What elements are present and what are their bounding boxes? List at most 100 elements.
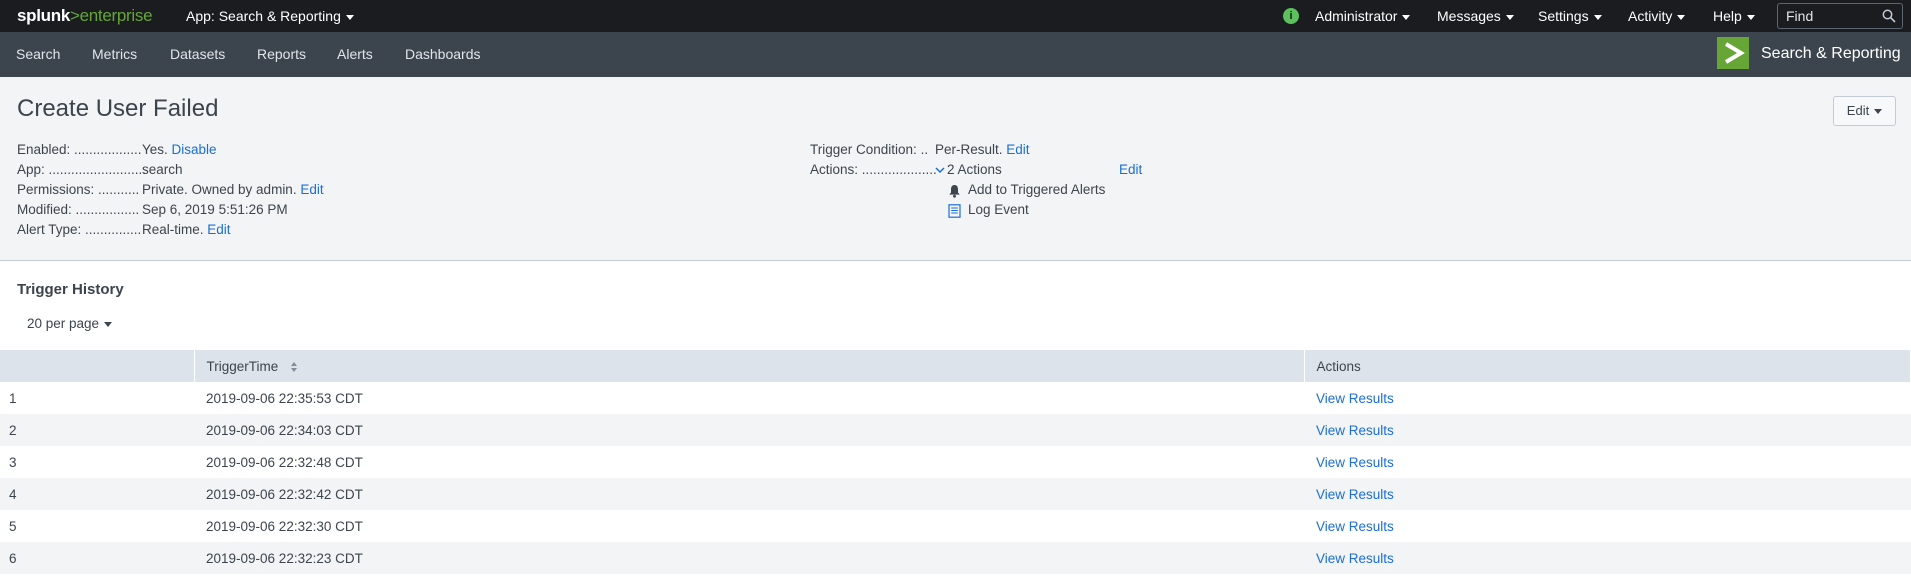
settings-menu-label: Settings <box>1538 8 1589 24</box>
action-add-to-triggered-alerts: Add to Triggered Alerts <box>968 182 1106 197</box>
column-header-index <box>0 350 195 382</box>
app-label: App: <box>17 162 45 177</box>
chevron-down-icon <box>1874 109 1883 115</box>
row-index: 2 <box>0 414 194 446</box>
messages-menu[interactable]: Messages <box>1437 8 1514 24</box>
nav-metrics[interactable]: Metrics <box>92 46 137 62</box>
find-input[interactable] <box>1786 8 1876 24</box>
row-trigger-time: 2019-09-06 22:32:48 CDT <box>194 446 1304 478</box>
nav-search[interactable]: Search <box>16 46 60 62</box>
disable-link[interactable]: Disable <box>172 142 217 157</box>
dot-leader: .................... <box>858 162 937 177</box>
chevron-down-icon <box>1402 14 1411 20</box>
enabled-label: Enabled: <box>17 142 71 157</box>
app-menu[interactable]: App: Search & Reporting <box>186 8 354 24</box>
row-index: 6 <box>0 542 194 574</box>
per-page-select[interactable]: 20 per page <box>27 316 113 331</box>
nav-dashboards[interactable]: Dashboards <box>405 46 481 62</box>
settings-menu[interactable]: Settings <box>1538 8 1602 24</box>
help-menu[interactable]: Help <box>1713 8 1755 24</box>
splunk-logo[interactable]: splunk>enterprise <box>17 6 153 26</box>
view-results-link[interactable]: View Results <box>1316 455 1394 470</box>
table-row: 2 2019-09-06 22:34:03 CDT View Results <box>0 414 1911 446</box>
info-icon[interactable]: i <box>1283 8 1299 24</box>
meta-alert-type: Alert Type: ............... Real-time. E… <box>17 222 231 237</box>
row-index: 5 <box>0 510 194 542</box>
nav-reports[interactable]: Reports <box>257 46 306 62</box>
edit-button[interactable]: Edit <box>1833 96 1896 126</box>
meta-trigger-condition: Trigger Condition: .. Per-Result. Edit <box>810 142 1030 157</box>
table-row: 5 2019-09-06 22:32:30 CDT View Results <box>0 510 1911 542</box>
actions-toggle[interactable]: 2 Actions <box>935 162 1002 177</box>
view-results-link[interactable]: View Results <box>1316 519 1394 534</box>
enabled-value: Yes. <box>142 142 168 157</box>
view-results-link[interactable]: View Results <box>1316 487 1394 502</box>
meta-permissions: Permissions: ........... Private. Owned … <box>17 182 324 197</box>
chevron-down-icon <box>1677 14 1686 20</box>
view-results-link[interactable]: View Results <box>1316 391 1394 406</box>
view-results-link[interactable]: View Results <box>1316 551 1394 566</box>
modified-label: Modified: <box>17 202 72 217</box>
chevron-down-icon <box>1593 14 1602 20</box>
meta-modified: Modified: ................. Sep 6, 2019 … <box>17 202 288 217</box>
row-trigger-time: 2019-09-06 22:35:53 CDT <box>194 382 1304 414</box>
sort-icon[interactable] <box>290 361 298 373</box>
bell-icon <box>949 185 960 198</box>
top-navigation-bar: splunk>enterprise App: Search & Reportin… <box>0 0 1911 32</box>
table-header-row: TriggerTime Actions <box>0 350 1911 382</box>
chevron-right-icon <box>1724 42 1745 64</box>
column-header-actions: Actions <box>1304 350 1911 382</box>
dot-leader: ........... <box>94 182 140 197</box>
alert-type-value-wrap: Real-time. Edit <box>142 222 231 237</box>
app-value: search <box>142 162 183 177</box>
chevron-down-icon <box>935 167 945 174</box>
table-row: 1 2019-09-06 22:35:53 CDT View Results <box>0 382 1911 414</box>
permissions-value: Private. Owned by admin. <box>142 182 297 197</box>
row-trigger-time: 2019-09-06 22:32:30 CDT <box>194 510 1304 542</box>
find-box <box>1777 3 1903 29</box>
permissions-value-wrap: Private. Owned by admin. Edit <box>142 182 324 197</box>
chevron-down-icon <box>104 321 113 327</box>
row-index: 4 <box>0 478 194 510</box>
page-title: Create User Failed <box>17 95 219 122</box>
app-logo[interactable] <box>1717 37 1749 69</box>
column-header-trigger-time[interactable]: TriggerTime <box>194 350 1305 382</box>
chevron-down-icon <box>345 14 354 20</box>
trigger-time-label: TriggerTime <box>206 358 279 374</box>
actions-edit-link[interactable]: Edit <box>1119 162 1142 177</box>
logo-text-enterprise: >enterprise <box>70 6 153 25</box>
meta-actions: Actions: .................... 2 Actions … <box>810 162 1142 177</box>
search-icon[interactable] <box>1882 9 1896 23</box>
dot-leader: .......................... <box>44 162 147 177</box>
row-index: 3 <box>0 446 194 478</box>
permissions-label: Permissions: <box>17 182 95 197</box>
meta-app: App: .......................... search <box>17 162 183 177</box>
nav-alerts[interactable]: Alerts <box>337 46 373 62</box>
view-results-link[interactable]: View Results <box>1316 423 1394 438</box>
dot-leader: ................. <box>71 202 140 217</box>
modified-value: Sep 6, 2019 5:51:26 PM <box>142 202 288 217</box>
activity-menu[interactable]: Activity <box>1628 8 1686 24</box>
alert-type-edit-link[interactable]: Edit <box>207 222 230 237</box>
row-index: 1 <box>0 382 194 414</box>
dot-leader: .................. <box>70 142 142 157</box>
dot-leader: .. <box>916 142 929 157</box>
document-icon <box>948 204 961 218</box>
logo-text-splunk: splunk <box>17 6 70 25</box>
table-row: 6 2019-09-06 22:32:23 CDT View Results <box>0 542 1911 574</box>
app-navigation-bar: Search Metrics Datasets Reports Alerts D… <box>0 32 1911 77</box>
chevron-down-icon <box>1505 14 1514 20</box>
alert-type-value: Real-time. <box>142 222 204 237</box>
actions-count: 2 Actions <box>947 162 1002 177</box>
app-menu-label: App: Search & Reporting <box>186 8 341 24</box>
permissions-edit-link[interactable]: Edit <box>300 182 323 197</box>
table-row: 4 2019-09-06 22:32:42 CDT View Results <box>0 478 1911 510</box>
user-menu[interactable]: Administrator <box>1315 8 1411 24</box>
dot-leader: ............... <box>81 222 142 237</box>
trigger-condition-edit-link[interactable]: Edit <box>1006 142 1029 157</box>
help-menu-label: Help <box>1713 8 1742 24</box>
trigger-condition-value: Per-Result. <box>935 142 1003 157</box>
nav-datasets[interactable]: Datasets <box>170 46 225 62</box>
trigger-condition-value-wrap: Per-Result. Edit <box>935 142 1030 157</box>
app-title[interactable]: Search & Reporting <box>1761 45 1901 63</box>
